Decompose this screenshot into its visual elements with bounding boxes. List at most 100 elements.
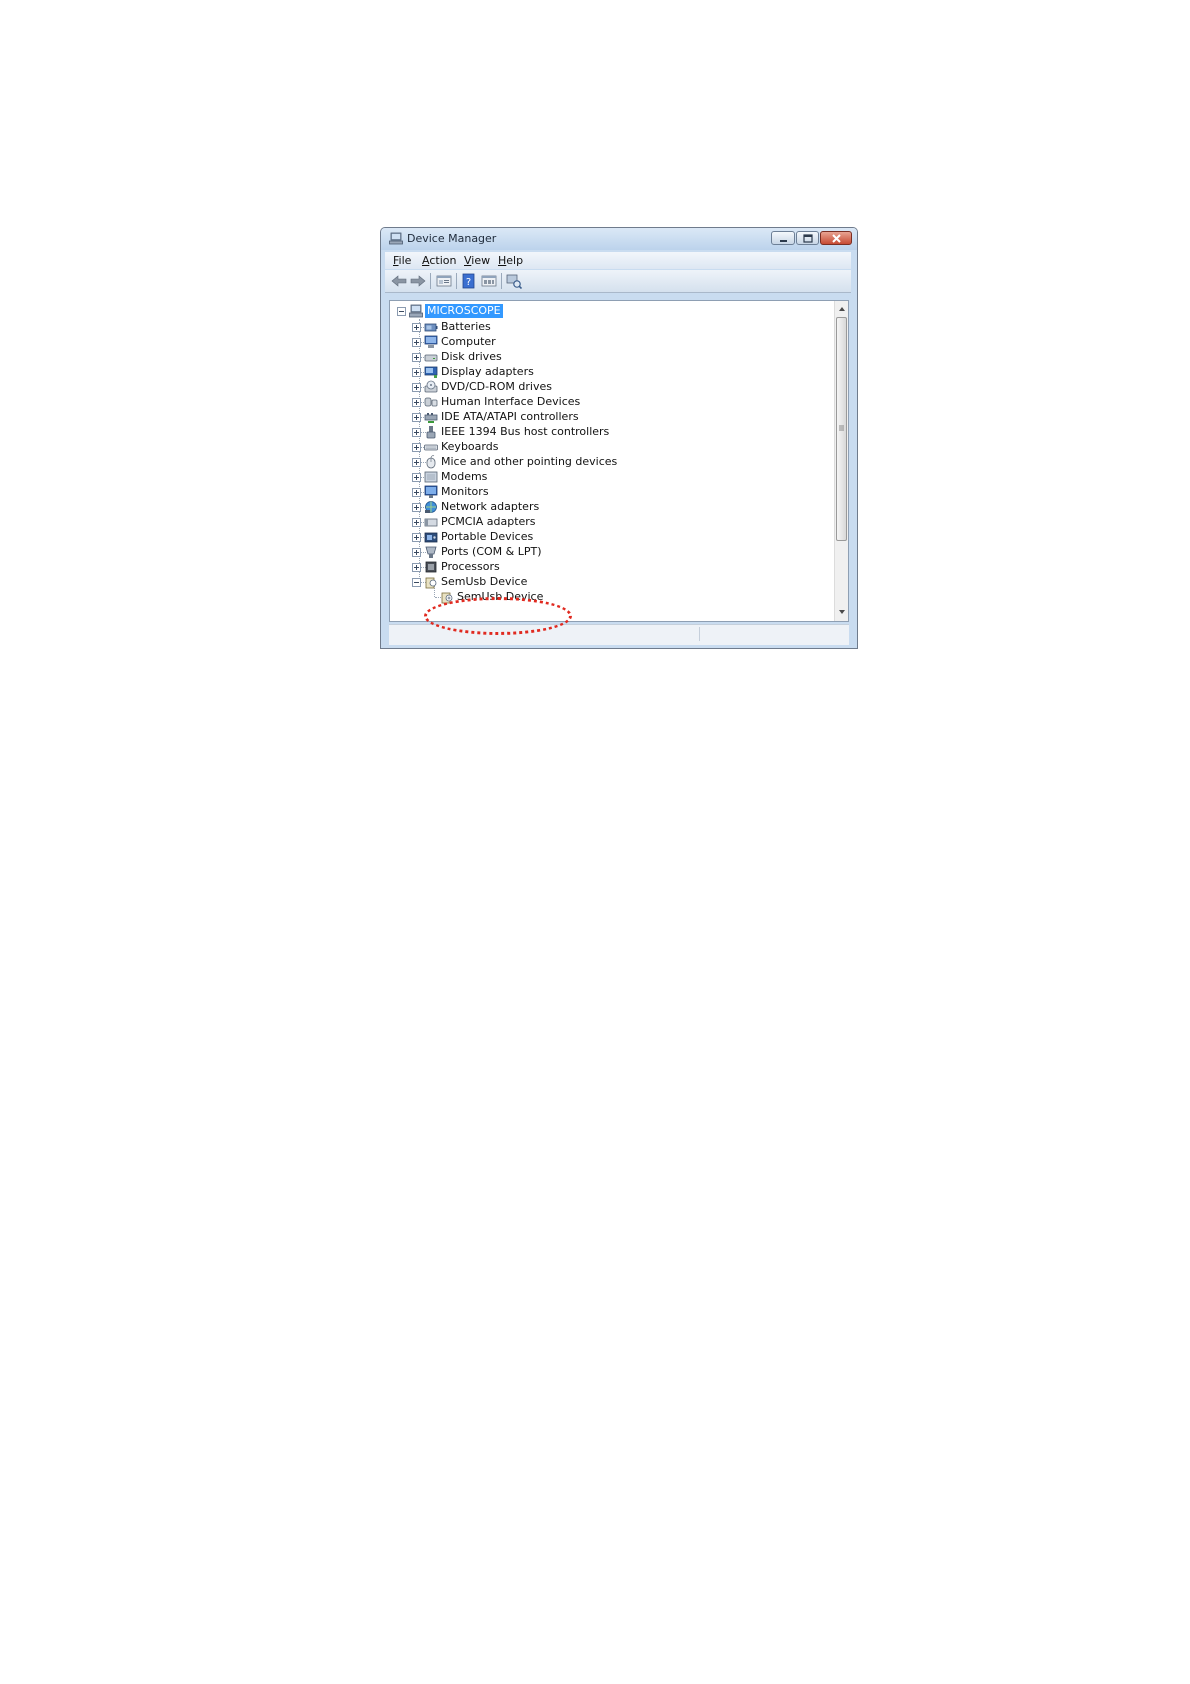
scroll-down-icon[interactable]	[837, 607, 847, 617]
scrollbar-thumb[interactable]	[836, 317, 847, 541]
collapse-toggle[interactable]	[412, 578, 421, 587]
maximize-button[interactable]	[796, 231, 819, 245]
tree-category[interactable]: Monitors	[390, 484, 848, 500]
tree-category[interactable]: Network adapters	[390, 499, 848, 515]
dvd-drive-icon	[424, 380, 438, 393]
expand-toggle[interactable]	[412, 443, 421, 452]
vertical-scrollbar[interactable]	[834, 301, 848, 621]
menu-file[interactable]: File	[393, 254, 411, 267]
tree-category[interactable]: Portable Devices	[390, 529, 848, 545]
tree-category[interactable]: Mice and other pointing devices	[390, 454, 848, 470]
tree-category-label[interactable]: Display adapters	[441, 365, 534, 379]
tree-category-label[interactable]: Modems	[441, 470, 487, 484]
status-bar	[389, 624, 849, 645]
menu-view[interactable]: View	[464, 254, 490, 267]
tree-category-label[interactable]: IEEE 1394 Bus host controllers	[441, 425, 609, 439]
menu-help[interactable]: Help	[498, 254, 523, 267]
disk-drive-icon	[424, 354, 438, 362]
tree-category-label[interactable]: PCMCIA adapters	[441, 515, 536, 529]
tree-category-label[interactable]: Human Interface Devices	[441, 395, 580, 409]
close-icon	[832, 234, 841, 243]
expand-toggle[interactable]	[412, 503, 421, 512]
expand-toggle[interactable]	[412, 398, 421, 407]
tree-root[interactable]: MICROSCOPE	[390, 303, 848, 319]
tree-category-label[interactable]: DVD/CD-ROM drives	[441, 380, 552, 394]
port-icon	[425, 546, 437, 558]
modem-icon	[424, 471, 438, 483]
tree-category[interactable]: Keyboards	[390, 439, 848, 455]
tree-category-label[interactable]: Monitors	[441, 485, 489, 499]
tree-category[interactable]: Modems	[390, 469, 848, 485]
expand-toggle[interactable]	[412, 548, 421, 557]
mouse-icon	[426, 455, 436, 469]
tree-child-label[interactable]: SemUsb Device	[457, 590, 543, 604]
tree-category[interactable]: Processors	[390, 559, 848, 575]
tree-category[interactable]: Disk drives	[390, 349, 848, 365]
tree-child-item[interactable]: SemUsb Device	[390, 589, 848, 605]
computer-root-icon	[409, 304, 423, 318]
tree-category-label[interactable]: Computer	[441, 335, 496, 349]
network-adapter-icon	[425, 501, 437, 513]
view-details-icon[interactable]	[481, 273, 497, 289]
battery-icon	[424, 323, 438, 332]
tree-category[interactable]: Computer	[390, 334, 848, 350]
expand-toggle[interactable]	[412, 473, 421, 482]
title-bar[interactable]: Device Manager	[381, 228, 857, 250]
tree-category-label[interactable]: SemUsb Device	[441, 575, 527, 589]
tree-category-label[interactable]: Disk drives	[441, 350, 502, 364]
tree-category[interactable]: Display adapters	[390, 364, 848, 380]
tree-category[interactable]: PCMCIA adapters	[390, 514, 848, 530]
device-tree[interactable]: MICROSCOPE Batteries Computer Disk drives D…	[389, 300, 849, 622]
tree-category[interactable]: Ports (COM & LPT)	[390, 544, 848, 560]
expand-toggle[interactable]	[412, 533, 421, 542]
collapse-toggle[interactable]	[397, 307, 406, 316]
toolbar-separator	[430, 273, 431, 289]
tree-category-label[interactable]: Batteries	[441, 320, 491, 334]
tree-category[interactable]: IEEE 1394 Bus host controllers	[390, 424, 848, 440]
back-arrow-icon[interactable]	[391, 273, 407, 289]
expand-toggle[interactable]	[412, 383, 421, 392]
pcmcia-icon	[424, 518, 438, 527]
svg-text:?: ?	[466, 277, 471, 288]
maximize-icon	[803, 234, 813, 243]
forward-arrow-icon[interactable]	[410, 273, 426, 289]
tree-category-label[interactable]: Portable Devices	[441, 530, 533, 544]
monitor-icon	[424, 485, 438, 498]
help-icon[interactable]: ?	[461, 273, 477, 289]
tree-category-label[interactable]: Mice and other pointing devices	[441, 455, 617, 469]
display-adapter-icon	[424, 366, 438, 378]
minimize-button[interactable]	[771, 231, 795, 245]
expand-toggle[interactable]	[412, 338, 421, 347]
tree-category[interactable]: Human Interface Devices	[390, 394, 848, 410]
menu-action[interactable]: Action	[422, 254, 456, 267]
expand-toggle[interactable]	[412, 323, 421, 332]
close-button[interactable]	[820, 231, 852, 245]
expand-toggle[interactable]	[412, 368, 421, 377]
scan-hardware-icon[interactable]	[506, 273, 522, 289]
minimize-icon	[780, 240, 787, 242]
tree-category[interactable]: Batteries	[390, 319, 848, 335]
toolbar: ?	[385, 270, 851, 293]
processor-icon	[425, 561, 437, 573]
expand-toggle[interactable]	[412, 353, 421, 362]
toolbar-separator	[456, 273, 457, 289]
tree-category-label[interactable]: Processors	[441, 560, 500, 574]
properties-icon[interactable]	[436, 273, 452, 289]
expand-toggle[interactable]	[412, 488, 421, 497]
device-manager-icon	[389, 232, 403, 245]
tree-category-label[interactable]: IDE ATA/ATAPI controllers	[441, 410, 579, 424]
expand-toggle[interactable]	[412, 458, 421, 467]
expand-toggle[interactable]	[412, 428, 421, 437]
tree-category-label[interactable]: Network adapters	[441, 500, 539, 514]
expand-toggle[interactable]	[412, 413, 421, 422]
tree-category[interactable]: DVD/CD-ROM drives	[390, 379, 848, 395]
expand-toggle[interactable]	[412, 518, 421, 527]
tree-category[interactable]: IDE ATA/ATAPI controllers	[390, 409, 848, 425]
tree-category-label[interactable]: Keyboards	[441, 440, 498, 454]
window-title: Device Manager	[407, 232, 497, 245]
tree-category-label[interactable]: Ports (COM & LPT)	[441, 545, 542, 559]
tree-category[interactable]: SemUsb Device	[390, 574, 848, 590]
expand-toggle[interactable]	[412, 563, 421, 572]
scroll-up-icon[interactable]	[837, 304, 847, 314]
tree-root-label[interactable]: MICROSCOPE	[425, 304, 503, 318]
